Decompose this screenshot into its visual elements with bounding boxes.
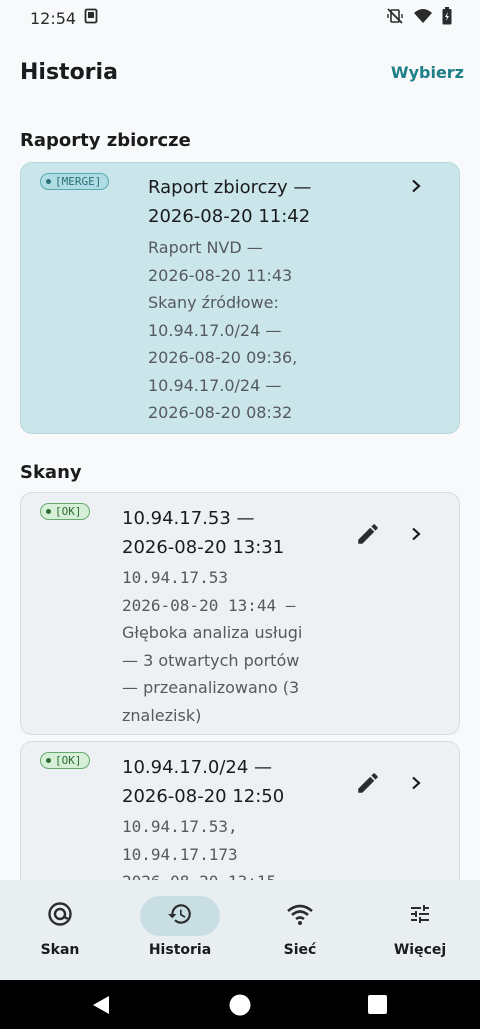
report-title-line: Raport zbiorczy — xyxy=(148,177,312,198)
page-title: Historia xyxy=(20,59,118,85)
status-time: 12:54 xyxy=(30,8,77,28)
scan-title-line: 10.94.17.0/24 — xyxy=(122,757,273,778)
scan-target-line: 2026-08-20 13:15 — xyxy=(122,868,295,880)
status-dot xyxy=(46,509,51,514)
vibrate-off-icon xyxy=(386,7,404,29)
battery-icon xyxy=(442,7,452,29)
report-detail-line: 2026-08-20 11:43 xyxy=(148,265,293,285)
chevron-right-icon[interactable] xyxy=(409,775,423,790)
nav-label: Skan xyxy=(40,942,80,958)
scan-target-line: 10.94.17.173 xyxy=(122,844,238,864)
scan-card[interactable]: [OK] 10.94.17.53 — 2026-08-20 13:31 10.9… xyxy=(20,492,460,735)
section-title-reports: Raporty zbiorcze xyxy=(20,129,191,151)
scan-target-line: 2026-08-20 13:44 — xyxy=(122,595,296,615)
scan-title-line: 2026-08-20 12:50 xyxy=(122,786,285,807)
scan-title-line: 10.94.17.53 — xyxy=(122,508,255,529)
wifi-icon xyxy=(286,902,314,930)
nav-label: Sieć xyxy=(283,942,317,958)
screenshot-icon xyxy=(84,8,98,28)
report-detail-line: 10.94.17.0/24 — xyxy=(148,375,282,395)
edit-icon[interactable] xyxy=(355,770,381,796)
bottom-navigation: Skan Historia Sieć Więcej xyxy=(0,880,480,980)
nav-pill xyxy=(20,896,100,936)
nav-item-more[interactable]: Więcej xyxy=(360,880,480,980)
nav-label: Więcej xyxy=(393,942,447,958)
merge-badge: [MERGE] xyxy=(40,173,110,190)
report-detail-line: Raport NVD — xyxy=(148,238,263,257)
nav-item-network[interactable]: Sieć xyxy=(240,880,360,980)
scan-detail-line: — przeanalizowano (3 xyxy=(122,678,300,697)
scan-target-line: 10.94.17.53 xyxy=(122,568,228,587)
scan-card[interactable]: [OK] 10.94.17.0/24 — 2026-08-20 12:50 10… xyxy=(20,741,460,880)
status-dot xyxy=(46,758,51,763)
chevron-right-icon[interactable] xyxy=(409,178,423,193)
nav-pill xyxy=(380,896,460,936)
ok-badge: [OK] xyxy=(40,752,90,769)
history-list[interactable]: Raporty zbiorcze [MERGE] Raport zbiorczy… xyxy=(0,120,480,880)
home-icon[interactable] xyxy=(229,994,251,1020)
report-detail-line: 10.94.17.0/24 — xyxy=(148,320,282,340)
report-title-line: 2026-08-20 11:42 xyxy=(148,206,311,227)
scan-title-line: 2026-08-20 13:31 xyxy=(122,537,285,558)
status-bar: 12:54 xyxy=(0,0,480,36)
report-detail-line: 2026-08-20 09:36, xyxy=(148,348,298,367)
edit-icon[interactable] xyxy=(355,521,381,547)
scan-target-line: 10.94.17.53, xyxy=(122,817,238,836)
section-title-scans: Skany xyxy=(20,461,82,483)
ok-badge: [OK] xyxy=(40,503,90,520)
wifi-icon xyxy=(414,8,432,28)
scan-detail-line: znalezisk) xyxy=(122,705,202,725)
badge-label: [MERGE] xyxy=(55,175,102,188)
scan-detail-line: — 3 otwartych portów xyxy=(122,650,300,670)
app-header: Historia Wybierz xyxy=(0,52,480,92)
recents-icon[interactable] xyxy=(368,995,387,1018)
nav-item-history[interactable]: Historia xyxy=(120,880,240,980)
report-detail-line: 2026-08-20 08:32 xyxy=(148,403,293,422)
badge-label: [OK] xyxy=(55,505,82,518)
nav-pill xyxy=(140,896,220,936)
tune-icon xyxy=(408,902,432,930)
chevron-right-icon[interactable] xyxy=(409,526,423,541)
nav-pill xyxy=(260,896,340,936)
nav-item-scan[interactable]: Skan xyxy=(0,880,120,980)
select-button[interactable]: Wybierz xyxy=(391,63,464,82)
report-card[interactable]: [MERGE] Raport zbiorczy — 2026-08-20 11:… xyxy=(20,162,460,434)
history-icon xyxy=(167,901,193,931)
badge-label: [OK] xyxy=(55,754,82,767)
back-icon[interactable] xyxy=(91,995,111,1019)
scan-detail-line: Głęboka analiza usługi xyxy=(122,623,303,642)
system-navigation-bar xyxy=(0,980,480,1029)
at-sign-icon xyxy=(47,901,73,931)
nav-label: Historia xyxy=(148,942,212,958)
report-detail-line: Skany źródłowe: xyxy=(148,293,279,312)
status-dot xyxy=(46,179,51,184)
